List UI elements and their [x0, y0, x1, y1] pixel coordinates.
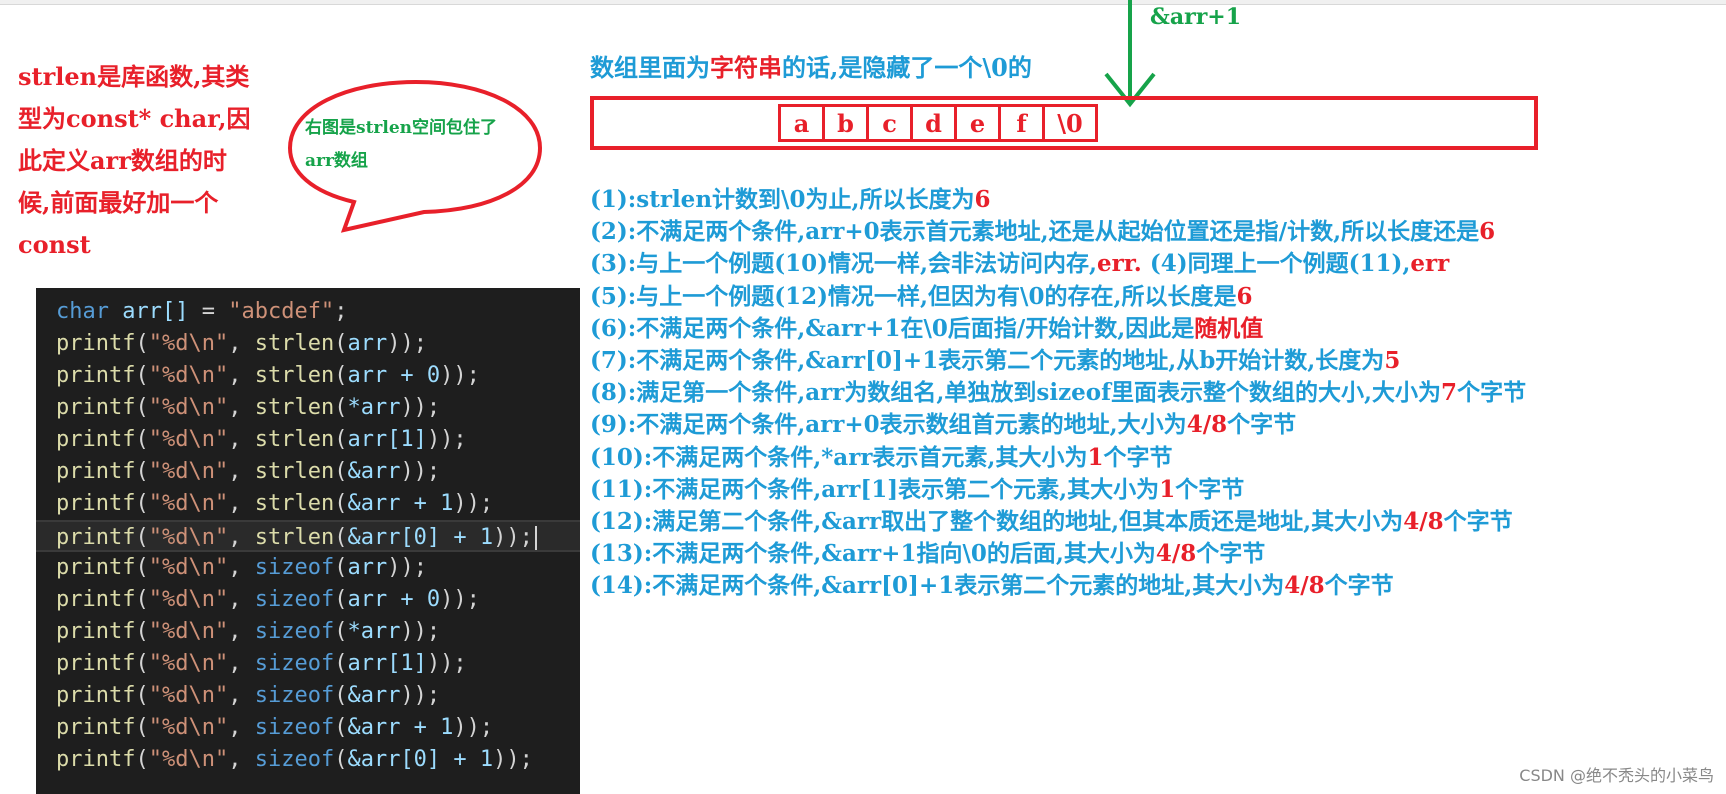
- code-line: printf("%d\n", strlen(&arr + 1));: [56, 491, 494, 516]
- arrow-label: &arr+1: [1150, 4, 1242, 30]
- array-cell: \0: [1057, 108, 1083, 138]
- explanation-line: (5):与上一个例题(12)情况一样,但因为有\0的存在,所以长度是6: [590, 282, 1253, 310]
- explanation-line: (1):strlen计数到\0为止,所以长度为6: [590, 186, 991, 213]
- bubble-text: 右图是strlen空间包住了 arr数组: [305, 112, 497, 178]
- code-line: printf("%d\n", sizeof(arr));: [56, 555, 427, 580]
- note-line: const: [18, 230, 91, 259]
- bubble-line: 右图是strlen空间包住了: [305, 118, 498, 138]
- code-line: printf("%d\n", sizeof(arr[1]));: [56, 651, 467, 676]
- code-line: printf("%d\n", strlen(arr));: [56, 331, 427, 356]
- code-line: printf("%d\n", strlen(arr + 0));: [56, 363, 480, 388]
- code-line: printf("%d\n", sizeof(*arr));: [56, 619, 441, 644]
- text-cursor: [534, 526, 537, 550]
- explanation-line: (14):不满足两个条件,&arr[0]+1表示第二个元素的地址,其大小为4/8…: [590, 572, 1394, 600]
- array-cell: b: [825, 107, 869, 139]
- array-cells: a b c d e f \0: [778, 104, 1098, 142]
- csdn-watermark: CSDN @绝不秃头的小菜鸟: [1519, 766, 1714, 785]
- note-line: 此定义arr数组的时: [18, 146, 227, 175]
- array-cell: a: [781, 107, 825, 139]
- array-cell: c: [869, 107, 913, 139]
- code-line: printf("%d\n", sizeof(&arr[0] + 1));: [56, 747, 533, 772]
- explanation-line: (9):不满足两个条件,arr+0表示数组首元素的地址,大小为4/8个字节: [590, 411, 1297, 439]
- strlen-note: strlen是库函数,其类 型为const* char,因 此定义arr数组的时…: [18, 56, 280, 266]
- array-cell: e: [957, 107, 1001, 139]
- code-line: printf("%d\n", strlen(&arr[0] + 1));: [36, 520, 580, 552]
- explanation-line: (3):与上一个例题(10)情况一样,会非法访问内存,err. (4)同理上一个…: [590, 250, 1450, 278]
- code-line: printf("%d\n", sizeof(arr + 0));: [56, 587, 480, 612]
- explanation-line: (12):满足第二个条件,&arr取出了整个数组的地址,但其本质还是地址,其大小…: [590, 508, 1513, 535]
- diagram-title: 数组里面为字符串的话,是隐藏了一个\0的: [590, 53, 1032, 82]
- explanation-line: (13):不满足两个条件,&arr+1指向\0的后面,其大小为4/8个字节: [590, 540, 1266, 568]
- code-line: printf("%d\n", strlen(arr[1]));: [56, 427, 467, 452]
- explanation-line: (8):满足第一个条件,arr为数组名,单独放到sizeof里面表示整个数组的大…: [590, 379, 1527, 407]
- explanation-line: (6):不满足两个条件,&arr+1在\0后面指/开始计数,因此是随机值: [590, 314, 1264, 342]
- explanation-line: (11):不满足两个条件,arr[1]表示第二个元素,其大小为1个字节: [590, 475, 1245, 503]
- note-line: strlen是库函数,其类: [18, 62, 250, 91]
- note-line: 型为const* char,因: [18, 104, 251, 133]
- code-line: printf("%d\n", strlen(&arr));: [56, 459, 441, 484]
- explanation-line: (7):不满足两个条件,&arr[0]+1表示第二个元素的地址,从b开始计数,长…: [590, 347, 1401, 374]
- explanation-line: (10):不满足两个条件,*arr表示首元素,其大小为1个字节: [590, 443, 1173, 471]
- array-cell: d: [913, 107, 957, 139]
- explanation-line: (2):不满足两个条件,arr+0表示首元素地址,还是从起始位置还是指/计数,所…: [590, 218, 1496, 246]
- array-cell: f: [1001, 107, 1045, 139]
- bubble-line: arr数组: [305, 151, 368, 171]
- top-border: [0, 0, 1726, 5]
- note-line: 候,前面最好加一个: [18, 188, 219, 217]
- code-declaration: char arr[] = "abcdef";: [56, 299, 348, 324]
- code-panel: char arr[] = "abcdef"; printf("%d\n", st…: [36, 288, 580, 794]
- code-line: printf("%d\n", sizeof(&arr + 1));: [56, 715, 494, 740]
- code-line: printf("%d\n", strlen(*arr));: [56, 395, 441, 420]
- code-line: printf("%d\n", sizeof(&arr));: [56, 683, 441, 708]
